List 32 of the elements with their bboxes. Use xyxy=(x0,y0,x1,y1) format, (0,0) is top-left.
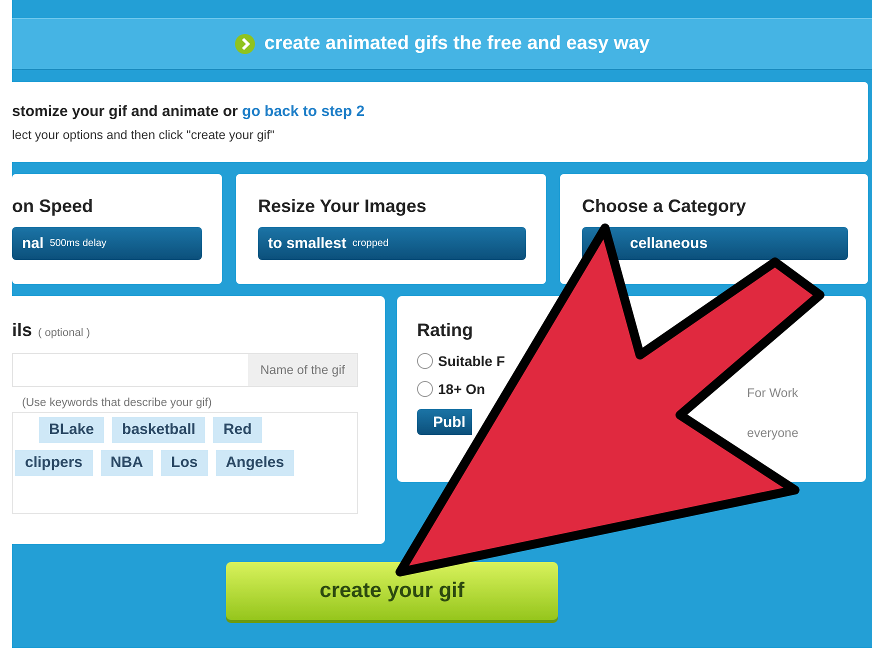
keyword-tag: BLake xyxy=(39,417,104,443)
keyword-tag: Angeles xyxy=(216,450,294,476)
keyword-tag: clippers xyxy=(15,450,93,476)
chevron-icon xyxy=(234,33,256,55)
intro-hint: lect your options and then click "create your gif" xyxy=(12,128,276,142)
rating-note: everyone xyxy=(747,426,800,440)
rating-note: For Work xyxy=(747,386,800,400)
rating-title: Rating xyxy=(417,320,474,341)
radio-button[interactable] xyxy=(417,353,433,369)
header-title: create animated gifs the free and easy way xyxy=(264,33,650,55)
intro-heading: stomize your gif and animate or go back to step 2 xyxy=(12,102,366,120)
radio-label: Suitable F xyxy=(438,353,505,369)
tags-hint: (Use keywords that describe your gif) xyxy=(22,397,213,409)
keyword-tag: NBA xyxy=(100,450,154,476)
keyword-tag: Los xyxy=(161,450,208,476)
radio-label: 18+ On xyxy=(438,381,486,397)
name-field[interactable]: Name of the gif xyxy=(12,353,358,387)
tags-field[interactable]: BLake basketball Red clippers NBA Los Angeles xyxy=(12,412,358,514)
option-select[interactable]: to smallest cropped xyxy=(258,227,526,260)
create-button[interactable]: create your gif xyxy=(226,562,558,620)
option-select[interactable]: nal 500ms delay xyxy=(12,227,202,260)
keyword-tag: Red xyxy=(213,417,262,443)
option-title: Choose a Category xyxy=(581,196,748,217)
radio-button[interactable] xyxy=(417,381,433,397)
optional-label: ( optional ) xyxy=(38,327,90,339)
option-title: Resize Your Images xyxy=(257,196,428,217)
publish-button[interactable]: Publ xyxy=(417,409,472,435)
option-title: on Speed xyxy=(12,196,94,217)
details-title: ils xyxy=(12,320,32,341)
option-select[interactable]: cellaneous xyxy=(582,227,848,260)
keyword-tag: basketball xyxy=(112,417,206,443)
back-link[interactable]: go back to step 2 xyxy=(242,102,365,120)
